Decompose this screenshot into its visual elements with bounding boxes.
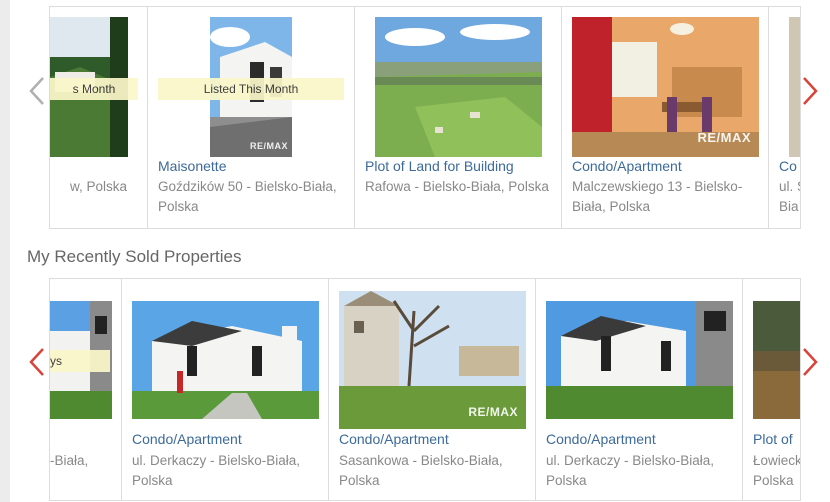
listing-card[interactable]: Co ul. S Bia xyxy=(769,7,800,228)
sold-type-link[interactable]: Condo/Apartment xyxy=(132,431,242,447)
sold-address: -Biała, xyxy=(50,453,89,468)
listing-address-line: Bia xyxy=(779,199,799,214)
listing-card[interactable]: RE/MAX Listed This Month Maisonette Goźd… xyxy=(148,7,355,228)
sold-card[interactable]: Plot of Łowieck Polska xyxy=(743,279,801,500)
listed-badge: Listed This Month xyxy=(158,78,344,100)
listing-photo[interactable] xyxy=(789,17,800,157)
listing-address-line: ul. S xyxy=(779,179,800,194)
listing-card[interactable]: Plot of Land for Building Rafowa - Biels… xyxy=(355,7,562,228)
listed-badge: s Month xyxy=(50,78,138,100)
sold-type-link[interactable]: Plot of xyxy=(753,431,793,447)
sold-card[interactable]: ys -Biała, xyxy=(50,279,122,500)
listing-type-link[interactable]: Plot of Land for Building xyxy=(365,158,514,174)
sold-type-link[interactable]: Condo/Apartment xyxy=(546,431,656,447)
sold-photo[interactable]: RE/MAX xyxy=(339,291,526,429)
sold-photo[interactable] xyxy=(132,301,319,419)
listing-type-link[interactable]: Condo/Apartment xyxy=(572,158,682,174)
listing-card[interactable]: s Month w, Polska xyxy=(50,7,148,228)
listing-card[interactable]: RE/MAX Condo/Apartment Malczewskiego 13 … xyxy=(562,7,769,228)
sold-photo[interactable] xyxy=(753,301,800,419)
carousel-prev-arrow-icon[interactable] xyxy=(28,76,46,106)
sold-card[interactable]: RE/MAX Condo/Apartment Sasankowa - Biels… xyxy=(329,279,536,500)
listing-photo[interactable]: RE/MAX xyxy=(572,17,759,157)
listing-address: Malczewskiego 13 - Bielsko-Biała, Polska xyxy=(572,179,743,214)
remax-watermark: RE/MAX xyxy=(249,141,288,151)
sold-card[interactable]: Condo/Apartment ul. Derkaczy - Bielsko-B… xyxy=(536,279,743,500)
sold-address-line: Polska xyxy=(753,473,794,488)
listing-address: w, Polska xyxy=(70,179,128,194)
listing-address: Rafowa - Bielsko-Biała, Polska xyxy=(365,179,549,194)
listing-type-link[interactable]: Co xyxy=(779,158,797,174)
sold-badge: ys xyxy=(50,350,110,372)
sold-section-title: My Recently Sold Properties xyxy=(27,247,242,266)
sold-address: ul. Derkaczy - Bielsko-Biała, Polska xyxy=(546,453,715,488)
sold-address: ul. Derkaczy - Bielsko-Biała, Polska xyxy=(132,453,301,488)
sold-card[interactable]: Condo/Apartment ul. Derkaczy - Bielsko-B… xyxy=(122,279,329,500)
carousel-next-arrow-icon[interactable] xyxy=(801,347,819,377)
sold-type-link[interactable]: Condo/Apartment xyxy=(339,431,449,447)
sold-photo[interactable] xyxy=(546,301,733,419)
listing-type-link[interactable]: Maisonette xyxy=(158,158,226,174)
remax-watermark: RE/MAX xyxy=(697,130,751,145)
remax-watermark: RE/MAX xyxy=(468,405,518,419)
carousel-next-arrow-icon[interactable] xyxy=(801,76,819,106)
sold-address: Sasankowa - Bielsko-Biała, Polska xyxy=(339,453,503,488)
listing-address: Goździków 50 - Bielsko-Biała, Polska xyxy=(158,179,337,214)
sold-address-line: Łowieck xyxy=(753,453,801,468)
sold-carousel: ys -Biała, Condo/Apartment ul. Derkaczy … xyxy=(49,278,801,501)
listing-photo[interactable] xyxy=(375,17,542,157)
listings-carousel: s Month w, Polska RE/MAX Listed This Mon… xyxy=(49,6,801,229)
page-left-gutter xyxy=(0,0,10,502)
carousel-prev-arrow-icon[interactable] xyxy=(28,347,46,377)
